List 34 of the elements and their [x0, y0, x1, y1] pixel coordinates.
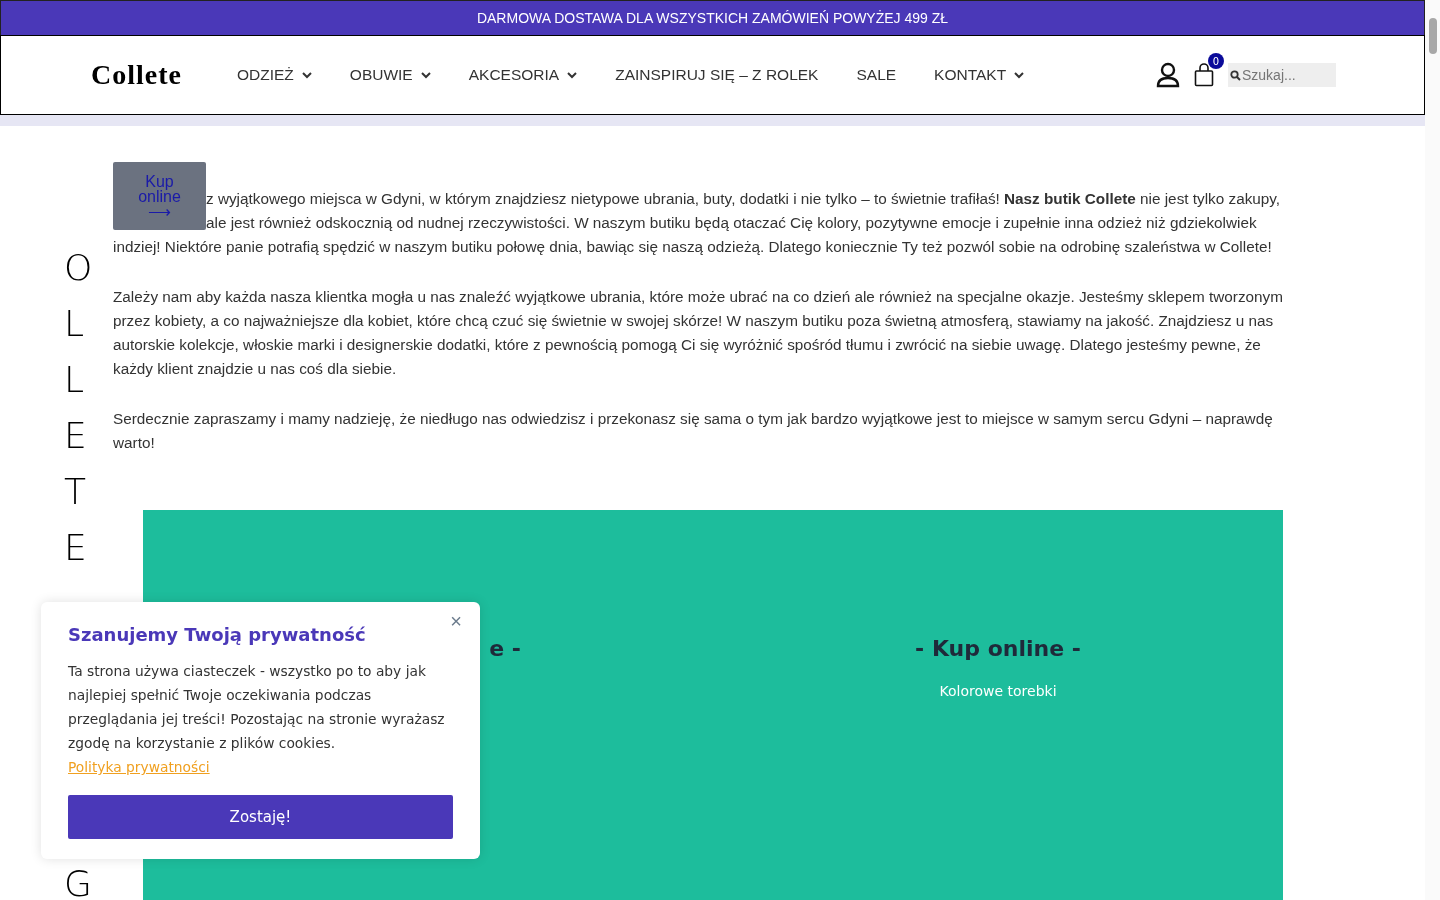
vertical-letter: O — [64, 246, 93, 290]
promo-subtitle: Kolorowe torebki — [939, 683, 1057, 699]
promo-title: e - — [489, 636, 521, 661]
close-button[interactable]: × — [446, 610, 466, 633]
cart-count-badge: 0 — [1208, 53, 1224, 69]
chevron-down-icon — [567, 71, 578, 79]
user-icon[interactable] — [1156, 62, 1180, 88]
scrollbar[interactable] — [1425, 0, 1440, 900]
popup-title: Szanujemy Twoją prywatność — [68, 624, 367, 645]
vertical-letter: G — [64, 862, 93, 900]
search-icon — [1230, 70, 1241, 81]
vertical-letter: T — [64, 470, 87, 514]
vertical-letter: L — [64, 302, 86, 346]
logo[interactable]: Collete — [91, 59, 237, 91]
nav-link[interactable]: KONTAKT — [934, 66, 1025, 84]
nav-link[interactable]: ZAINSPIRUJ SIĘ – Z ROLEK — [615, 66, 819, 84]
vertical-letter: E — [64, 526, 88, 570]
body-paragraph: Zależy nam aby każda nasza klientka mogła u nas znaleźć wyjątkowe ubrania, które może ubrać na co dzień ale również na specjalne okazje. Jesteśmy sklepem tworzonym przez kobiety, a co najważniejsze dla kobiet, które chcą czuć się świetnie w swojej skórze! W naszym butiku poza świetną atmosferą, stawiamy na jakość. Znajdziesz u nas autorskie kolekcje, włoskie marki i designerskie dodatki, które z pewnością pomogą Ci się wyróżnić spośród tłumu i zwrócić na siebie uwagę. Dlatego jesteśmy pewne, że każdy klient znajdzie u nas coś dla siebie. — [113, 287, 1284, 379]
promo-title: - Kup online - — [915, 636, 1081, 661]
nav-link[interactable]: SALE — [856, 66, 897, 84]
vertical-letter: L — [64, 358, 86, 402]
vertical-letter: E — [64, 414, 88, 458]
chevron-down-icon — [301, 71, 312, 79]
chevron-down-icon — [420, 71, 431, 79]
nav-link[interactable]: AKCESORIA — [468, 66, 578, 84]
accept-button[interactable]: Zostaję! — [68, 795, 453, 839]
cookie-text: Ta strona używa ciasteczek - wszystko po to aby jak najlepiej spełnić Twoje oczekiwania podczas przeglądania jej treści! Pozostając na stronie wyrażasz zgodę na korzystanie z plików cookies. Polityka prywatności — [68, 662, 446, 777]
shopping-bag-icon[interactable] — [1194, 63, 1214, 87]
nav-link[interactable]: OBUWIE — [349, 66, 431, 84]
search-field[interactable]: Szukaj... — [1228, 63, 1336, 87]
nav-link[interactable]: ODZIEŻ — [237, 66, 312, 84]
shipping-banner: DARMOWA DOSTAWA DLA WSZYSTKICH ZAMÓWIEŃ POWYŻEJ 499 ZŁ — [0, 0, 1425, 35]
chevron-down-icon — [1014, 71, 1025, 79]
body-paragraph: Serdecznie zapraszamy i mamy nadzieję, że niedługo nas odwiedzisz i przekonasz się sama o tym jak bardzo wyjątkowe jest to miejsce w samym sercu Gdyni – naprawdę warto! — [113, 409, 1274, 453]
